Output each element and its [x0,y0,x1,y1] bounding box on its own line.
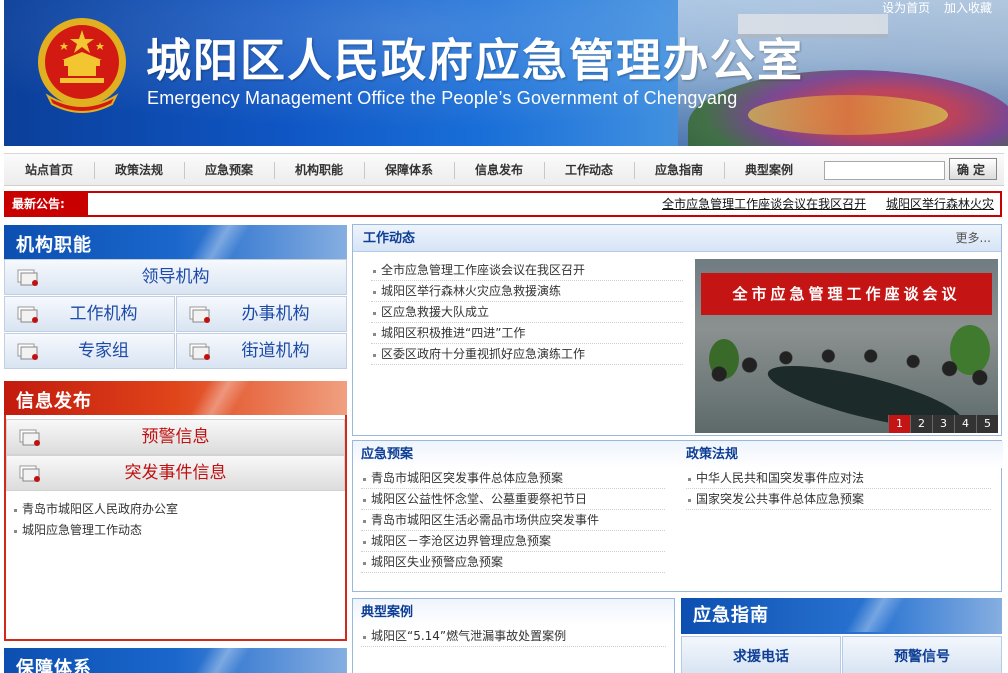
more-link[interactable]: 更多... [956,225,991,252]
pager-button[interactable]: 2 [910,415,932,433]
document-icon [19,465,40,482]
nav-item-news[interactable]: 工作动态 [544,154,634,187]
org-link-experts[interactable]: 专家组 [4,333,175,369]
document-icon [189,343,210,360]
info-link-emergency[interactable]: 突发事件信息 [6,455,345,491]
header-banner: 城阳区人民政府应急管理办公室 Emergency Management Offi… [4,0,1008,146]
cases-list: 城阳区“5.14”燃气泄漏事故处置案例 [353,626,674,647]
main-nav: 站点首页 政策法规 应急预案 机构职能 保障体系 信息发布 工作动态 应急指南 … [4,153,1004,186]
guide-box-header: 应急指南 [681,598,1002,634]
list-item[interactable]: 城阳区－李沧区边界管理应急预案 [361,531,665,552]
organization-box: 机构职能 领导机构 工作机构 办事机构 专家组 街道机构 [4,225,347,373]
guide-link-signal[interactable]: 预警信号 [842,636,1002,673]
nav-item-plans[interactable]: 应急预案 [184,154,274,187]
work-news-header: 工作动态 更多... [353,225,1001,252]
list-item[interactable]: 城阳区举行森林火灾应急救援演练 [371,281,683,302]
pager-button[interactable]: 1 [888,415,910,433]
list-item[interactable]: 全市应急管理工作座谈会议在我区召开 [371,260,683,281]
list-item[interactable]: 区应急救援大队成立 [371,302,683,323]
guide-link-phone[interactable]: 求援电话 [681,636,841,673]
photo-caption: 全市应急管理工作座谈会议 [701,273,992,315]
notice-marquee: 全市应急管理工作座谈会议在我区召开 城阳区举行森林火灾 [394,193,994,215]
photo-pager: 1 2 3 4 5 [888,415,998,433]
document-icon [189,306,210,323]
org-link-street[interactable]: 街道机构 [176,333,347,369]
list-item[interactable]: 城阳区积极推进“四进”工作 [371,323,683,344]
pager-button[interactable]: 4 [954,415,976,433]
search-input[interactable] [824,161,945,180]
add-favorite-link[interactable]: 加入收藏 [944,1,992,15]
cases-title: 典型案例 [353,599,674,626]
work-news-panel: 工作动态 更多... 全市应急管理工作座谈会议在我区召开 城阳区举行森林火灾应急… [352,224,1002,436]
org-link-working[interactable]: 工作机构 [4,296,175,332]
document-icon [17,306,38,323]
notice-link[interactable]: 城阳区举行森林火灾 [886,197,994,211]
list-item[interactable]: 城阳应急管理工作动态 [12,520,339,541]
org-link-office[interactable]: 办事机构 [176,296,347,332]
organization-box-header: 机构职能 [4,225,347,259]
info-box: 信息发布 预警信息 突发事件信息 青岛市城阳区人民政府办公室 城阳应急管理工作动… [4,381,347,641]
info-box-header: 信息发布 [4,381,347,415]
list-item[interactable]: 青岛市城阳区人民政府办公室 [12,499,339,520]
site-title: 城阳区人民政府应急管理办公室 [146,34,805,87]
news-photo[interactable]: 全市应急管理工作座谈会议 1 2 3 4 5 [695,259,998,433]
organization-box-title: 机构职能 [16,235,92,256]
set-homepage-link[interactable]: 设为首页 [882,1,930,15]
nav-item-organization[interactable]: 机构职能 [274,154,364,187]
org-link-leadership[interactable]: 领导机构 [4,259,347,295]
notice-link[interactable]: 全市应急管理工作座谈会议在我区召开 [662,197,866,211]
support-box-header: 保障体系 [4,648,347,673]
support-box: 保障体系 [4,648,347,673]
search-button[interactable]: 确定 [949,158,997,180]
support-box-title: 保障体系 [16,658,92,673]
list-item[interactable]: 国家突发公共事件总体应急预案 [686,489,991,510]
plans-list: 青岛市城阳区突发事件总体应急预案 城阳区公益性怀念堂、公墓重要祭祀节日 青岛市城… [353,468,673,573]
list-item[interactable]: 中华人民共和国突发事件应对法 [686,468,991,489]
document-icon [17,343,38,360]
site-subtitle: Emergency Management Office the People’s… [147,88,738,108]
notice-bar: 最新公告: 全市应急管理工作座谈会议在我区召开 城阳区举行森林火灾 [4,191,1002,217]
document-icon [17,269,38,286]
info-list: 青岛市城阳区人民政府办公室 城阳应急管理工作动态 [6,499,345,541]
guide-box-title: 应急指南 [693,605,769,626]
nav-item-info[interactable]: 信息发布 [454,154,544,187]
pager-button[interactable]: 3 [932,415,954,433]
list-item[interactable]: 城阳区失业预警应急预案 [361,552,665,573]
list-item[interactable]: 城阳区“5.14”燃气泄漏事故处置案例 [361,626,666,647]
plans-policy-panel: 应急预案 青岛市城阳区突发事件总体应急预案 城阳区公益性怀念堂、公墓重要祭祀节日… [352,440,1003,592]
list-item[interactable]: 青岛市城阳区生活必需品市场供应突发事件 [361,510,665,531]
guide-box: 应急指南 求援电话 预警信号 [681,598,1002,673]
plans-title: 应急预案 [361,447,414,462]
policy-title: 政策法规 [686,447,739,462]
nav-item-guide[interactable]: 应急指南 [634,154,724,187]
nav-item-home[interactable]: 站点首页 [4,154,94,187]
policy-list: 中华人民共和国突发事件应对法 国家突发公共事件总体应急预案 [678,468,1003,510]
work-news-title: 工作动态 [363,231,416,246]
cases-panel: 典型案例 城阳区“5.14”燃气泄漏事故处置案例 [352,598,675,673]
info-link-warning[interactable]: 预警信息 [6,419,345,455]
list-item[interactable]: 城阳区公益性怀念堂、公墓重要祭祀节日 [361,489,665,510]
nav-item-cases[interactable]: 典型案例 [724,154,814,187]
pager-button[interactable]: 5 [976,415,998,433]
nav-item-support[interactable]: 保障体系 [364,154,454,187]
list-item[interactable]: 青岛市城阳区突发事件总体应急预案 [361,468,665,489]
top-links: 设为首页 加入收藏 [872,0,992,16]
notice-label: 最新公告: [6,193,88,215]
info-box-title: 信息发布 [16,391,92,412]
document-icon [19,429,40,446]
nav-item-policy[interactable]: 政策法规 [94,154,184,187]
list-item[interactable]: 区委区政府十分重视抓好应急演练工作 [371,344,683,365]
work-news-list: 全市应急管理工作座谈会议在我区召开 城阳区举行森林火灾应急救援演练 区应急救援大… [353,260,693,365]
national-emblem-icon [38,18,126,113]
